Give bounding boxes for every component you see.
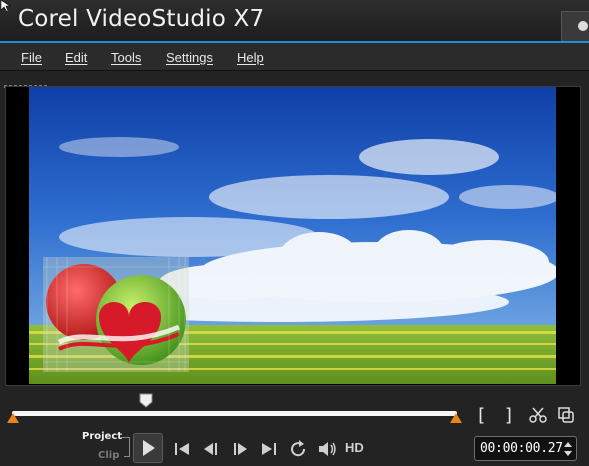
- window-control-button[interactable]: [561, 11, 589, 42]
- previous-frame-icon[interactable]: [200, 438, 222, 460]
- mark-out-bracket-icon[interactable]: ]: [498, 404, 520, 426]
- skip-to-start-icon[interactable]: [171, 438, 193, 460]
- next-frame-icon[interactable]: [229, 438, 251, 460]
- preview-image[interactable]: [29, 87, 556, 384]
- scissors-icon[interactable]: [527, 404, 549, 426]
- menu-settings[interactable]: Settings: [166, 50, 213, 65]
- trim-end-marker[interactable]: [450, 413, 462, 423]
- skip-to-end-icon[interactable]: [258, 438, 280, 460]
- enlarge-preview-icon[interactable]: [555, 404, 577, 426]
- panel-drag-grip[interactable]: [4, 75, 50, 88]
- playhead-handle[interactable]: [139, 393, 153, 408]
- play-icon: [143, 440, 155, 456]
- menu-edit[interactable]: Edit: [65, 50, 87, 65]
- timecode-value[interactable]: 00:00:00.27: [480, 441, 564, 456]
- mode-clip-label[interactable]: Clip: [98, 450, 119, 461]
- hd-preview-toggle[interactable]: HD: [345, 440, 364, 455]
- mark-in-bracket-icon[interactable]: [: [470, 404, 492, 426]
- timeline-track[interactable]: [12, 411, 457, 416]
- volume-icon[interactable]: [316, 438, 338, 460]
- menu-help[interactable]: Help: [237, 50, 264, 65]
- title-bar: Corel VideoStudio X7: [0, 0, 589, 42]
- repeat-icon[interactable]: [287, 438, 309, 460]
- timecode-spinner-icon[interactable]: [563, 439, 573, 459]
- play-button[interactable]: [133, 433, 163, 463]
- menu-tools[interactable]: Tools: [111, 50, 141, 65]
- mouse-cursor-icon: [1, 0, 11, 12]
- timecode-field[interactable]: 00:00:00.27: [474, 436, 577, 461]
- trim-start-marker[interactable]: [7, 413, 19, 423]
- mode-project-label[interactable]: Project: [82, 431, 122, 442]
- app-title: Corel VideoStudio X7: [18, 6, 265, 32]
- menu-file[interactable]: File: [21, 50, 42, 65]
- menu-bar: File Edit Tools Settings Help: [0, 43, 589, 71]
